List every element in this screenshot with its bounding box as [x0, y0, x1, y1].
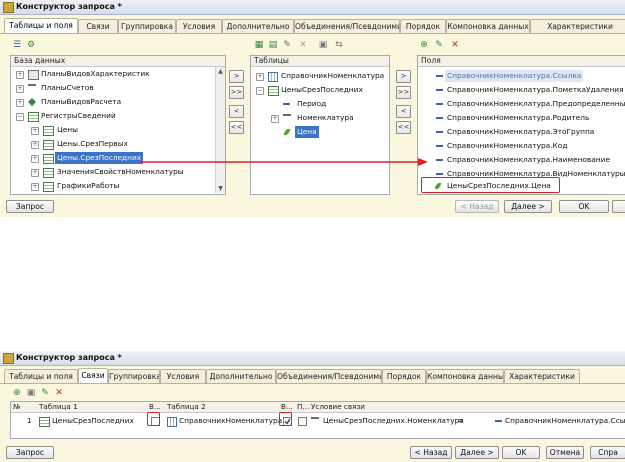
cancel-button[interactable]: Отмена	[546, 446, 584, 459]
col-header-condition: Условие связи	[311, 402, 365, 411]
catalog-table-icon	[167, 417, 177, 427]
condition-left-field[interactable]: ЦеныСрезПоследних.Номенклатура	[323, 415, 464, 427]
tab-unions-aliases[interactable]: Объединения/Псевдонимы	[276, 369, 382, 384]
tab-divider	[0, 383, 625, 384]
help-button[interactable]: Спра	[590, 446, 625, 459]
ok-button[interactable]: OK	[502, 446, 540, 459]
condition-operator[interactable]: =	[457, 415, 463, 427]
col-header-table2: Таблица 2	[167, 402, 206, 411]
annotation-arrow	[140, 158, 428, 166]
table1-cell: ЦеныСрезПоследних	[52, 416, 134, 425]
register-table-icon	[39, 417, 50, 427]
cancel-button-partial[interactable]	[612, 200, 625, 213]
edit-link-icon[interactable]: ✎	[40, 388, 50, 398]
col-header-p: П...	[297, 402, 310, 411]
ok-button[interactable]: OK	[559, 200, 609, 213]
tab-links[interactable]: Связи	[78, 368, 108, 384]
back-button[interactable]: < Назад	[455, 200, 499, 213]
query-button[interactable]: Запрос	[6, 200, 54, 213]
query-builder-window-tables: Конструктор запроса * Таблицы и поля Свя…	[0, 0, 625, 217]
back-button[interactable]: < Назад	[410, 446, 452, 459]
table-row[interactable]: 1 ЦеныСрезПоследних СправочникНоменклату…	[11, 415, 625, 427]
reference-field-icon	[311, 417, 319, 427]
tab-order[interactable]: Порядок	[382, 369, 426, 384]
col-header-all2: В...	[281, 402, 293, 411]
next-button[interactable]: Далее >	[455, 446, 499, 459]
links-grid: № Таблица 1 В... Таблица 2 В... П... Усл…	[10, 401, 625, 439]
highlight-all-table1	[147, 412, 160, 426]
delete-link-icon[interactable]: ✕	[54, 388, 64, 398]
tab-conditions[interactable]: Условия	[160, 369, 206, 384]
add-link-icon[interactable]: ⊕	[12, 388, 22, 398]
highlight-all-table2	[279, 412, 292, 426]
col-header-num: №	[13, 402, 21, 411]
window-title: Конструктор запроса *	[16, 353, 122, 362]
tab-data-composition[interactable]: Компоновка данных	[426, 369, 504, 384]
copy-link-icon[interactable]: ▣	[26, 388, 36, 398]
tab-tables-fields[interactable]: Таблицы и поля	[4, 369, 78, 384]
tab-grouping[interactable]: Группировка	[108, 369, 160, 384]
condition-right-field[interactable]: СправочникНоменклатура.Ссылка	[505, 415, 625, 427]
tab-characteristics[interactable]: Характеристики	[504, 369, 580, 384]
app-icon	[3, 353, 14, 364]
tab-additional[interactable]: Дополнительно	[206, 369, 276, 384]
field-icon	[495, 420, 502, 422]
table2-cell: СправочникНоменклатура	[179, 416, 283, 425]
next-button[interactable]: Далее >	[504, 200, 552, 213]
arbitrary-condition-checkbox[interactable]	[298, 417, 307, 426]
tab-strip: Таблицы и поля Связи Группировка Условия…	[0, 368, 625, 384]
query-button[interactable]: Запрос	[6, 446, 54, 459]
col-header-all1: В...	[149, 402, 161, 411]
col-header-table1: Таблица 1	[39, 402, 78, 411]
query-builder-window-links: Конструктор запроса * Таблицы и поля Свя…	[0, 351, 625, 462]
title-bar: Конструктор запроса *	[0, 351, 625, 366]
